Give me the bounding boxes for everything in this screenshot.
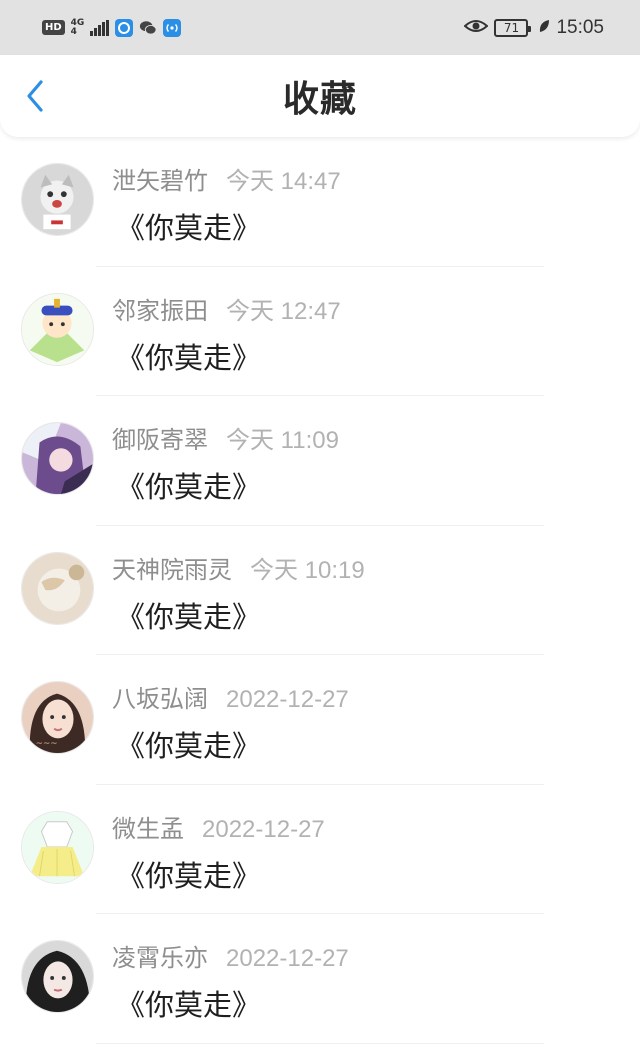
favorite-item[interactable]: 天神院雨灵 今天 10:19 《你莫走》 [0, 526, 640, 655]
author-name: 八坂弘阔 [112, 685, 208, 713]
divider [96, 1042, 544, 1044]
chevron-left-icon [26, 80, 44, 116]
network-type: 4G 4 [70, 18, 85, 37]
battery-icon: 71 [494, 18, 532, 37]
timestamp: 今天 11:09 [226, 427, 339, 454]
network-sub-label: 4 [70, 26, 77, 37]
avatar[interactable] [21, 292, 94, 366]
browser-app-icon [114, 18, 133, 37]
hotspot-icon [162, 18, 181, 37]
status-bar-left: HD 4G 4 [42, 18, 181, 37]
item-meta: 御阪寄翠 今天 11:09 [112, 420, 339, 455]
eye-comfort-icon [463, 18, 489, 38]
item-meta: 八坂弘阔 2022-12-27 [112, 679, 349, 714]
item-meta: 邻家振田 今天 12:47 [112, 291, 341, 326]
timestamp: 2022-12-27 [226, 686, 349, 713]
avatar[interactable]: ~~~ [21, 681, 94, 754]
power-saving-leaf-icon [538, 18, 550, 37]
author-name: 微生孟 [112, 814, 184, 843]
avatar[interactable] [21, 940, 94, 1013]
favorite-content: 《你莫走》 [116, 599, 262, 634]
item-meta: 天神院雨灵 今天 10:19 [112, 550, 365, 585]
timestamp: 今天 14:47 [226, 168, 341, 195]
favorite-item[interactable]: 泄矢碧竹 今天 14:47 《你莫走》 [0, 137, 640, 267]
item-meta: 泄矢碧竹 今天 14:47 [112, 161, 341, 196]
favorite-item[interactable]: 微生孟 2022-12-27 《你莫走》 [0, 785, 640, 914]
timestamp: 今天 10:19 [250, 556, 365, 584]
avatar[interactable] [21, 422, 94, 495]
timestamp: 今天 12:47 [226, 297, 341, 325]
favorite-item[interactable]: 凌霄乐亦 2022-12-27 《你莫走》 [0, 914, 640, 1044]
item-meta: 微生孟 2022-12-27 [112, 809, 325, 844]
timestamp: 2022-12-27 [202, 815, 325, 843]
favorite-content: 《你莫走》 [116, 988, 262, 1022]
timestamp: 2022-12-27 [226, 945, 349, 972]
favorite-content: 《你莫走》 [116, 470, 262, 504]
favorite-content: 《你莫走》 [116, 340, 262, 375]
author-name: 泄矢碧竹 [112, 167, 208, 195]
avatar[interactable] [21, 810, 94, 884]
back-button[interactable] [20, 80, 50, 116]
favorite-content: 《你莫走》 [116, 858, 262, 893]
status-bar-right: 71 15:05 [463, 16, 604, 39]
status-bar: HD 4G 4 71 15:05 [0, 0, 640, 55]
avatar[interactable] [21, 163, 94, 236]
app-header: 收藏 [0, 55, 640, 137]
avatar[interactable] [21, 551, 94, 625]
wechat-icon [139, 19, 157, 37]
author-name: 御阪寄翠 [112, 426, 208, 454]
favorite-content: 《你莫走》 [116, 729, 262, 763]
signal-icon [90, 19, 109, 36]
favorites-list: 泄矢碧竹 今天 14:47 《你莫走》 邻家振田 今天 12:47 《你莫走》 … [0, 137, 640, 1044]
author-name: 凌霄乐亦 [112, 944, 208, 972]
battery-level: 71 [503, 20, 520, 35]
item-meta: 凌霄乐亦 2022-12-27 [112, 938, 349, 973]
favorite-item[interactable]: 御阪寄翠 今天 11:09 《你莫走》 [0, 396, 640, 526]
page-title: 收藏 [282, 79, 357, 120]
author-name: 天神院雨灵 [112, 555, 232, 584]
favorite-item[interactable]: 邻家振田 今天 12:47 《你莫走》 [0, 267, 640, 396]
svg-text:~~~: ~~~ [36, 739, 58, 749]
favorite-item[interactable]: ~~~ 八坂弘阔 2022-12-27 《你莫走》 [0, 655, 640, 785]
hd-badge: HD [42, 20, 65, 35]
favorite-content: 《你莫走》 [116, 211, 262, 245]
author-name: 邻家振田 [112, 296, 208, 325]
status-time: 15:05 [556, 16, 604, 38]
